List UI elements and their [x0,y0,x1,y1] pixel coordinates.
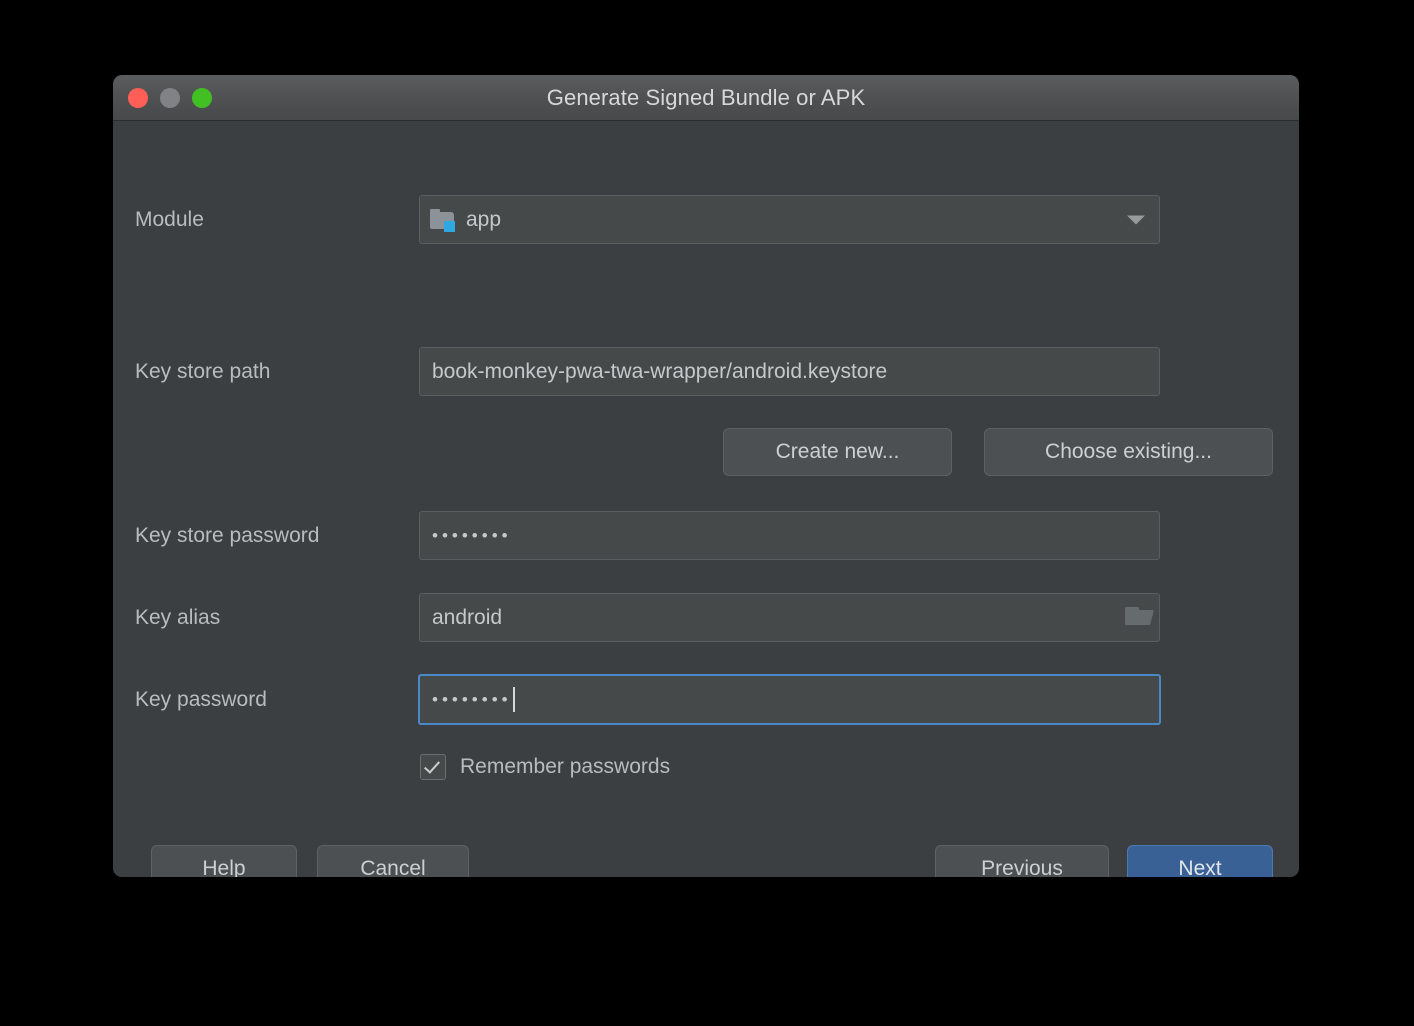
module-select[interactable]: app [419,195,1160,244]
key-password-input[interactable]: •••••••• [418,674,1161,725]
next-button[interactable]: Next [1127,845,1273,877]
key-password-label: Key password [135,688,267,711]
keystore-password-label: Key store password [135,524,320,547]
keystore-path-value: book-monkey-pwa-twa-wrapper/android.keys… [432,359,888,383]
window-titlebar: Generate Signed Bundle or APK [113,75,1299,121]
key-alias-value: android [432,605,503,629]
chevron-down-icon[interactable] [1127,215,1145,224]
remember-passwords-checkbox[interactable] [420,754,446,780]
choose-existing-button[interactable]: Choose existing... [984,428,1273,476]
module-selected-value: app [466,207,502,231]
keystore-password-value: •••••••• [432,526,512,545]
remember-passwords-row[interactable]: Remember passwords [420,754,670,780]
text-cursor [512,687,515,712]
window-title: Generate Signed Bundle or APK [546,84,866,110]
key-password-value: •••••••• [432,690,512,709]
key-alias-label: Key alias [135,606,221,629]
keystore-password-input[interactable]: •••••••• [419,511,1160,560]
key-alias-input[interactable]: android [419,593,1160,642]
module-label: Module [135,208,204,231]
create-new-button[interactable]: Create new... [723,428,952,476]
folder-open-icon[interactable] [1125,606,1155,630]
dialog-body: Module app Key store path book-monkey-pw… [113,121,1299,877]
help-button[interactable]: Help [151,845,297,877]
previous-button[interactable]: Previous [935,845,1109,877]
keystore-path-label: Key store path [135,360,271,383]
remember-passwords-label: Remember passwords [460,755,671,778]
check-icon [424,757,440,774]
generate-signed-bundle-dialog: Generate Signed Bundle or APK Module app… [113,75,1299,877]
cancel-button[interactable]: Cancel [317,845,469,877]
keystore-path-input[interactable]: book-monkey-pwa-twa-wrapper/android.keys… [419,347,1160,396]
module-folder-icon [430,208,456,232]
